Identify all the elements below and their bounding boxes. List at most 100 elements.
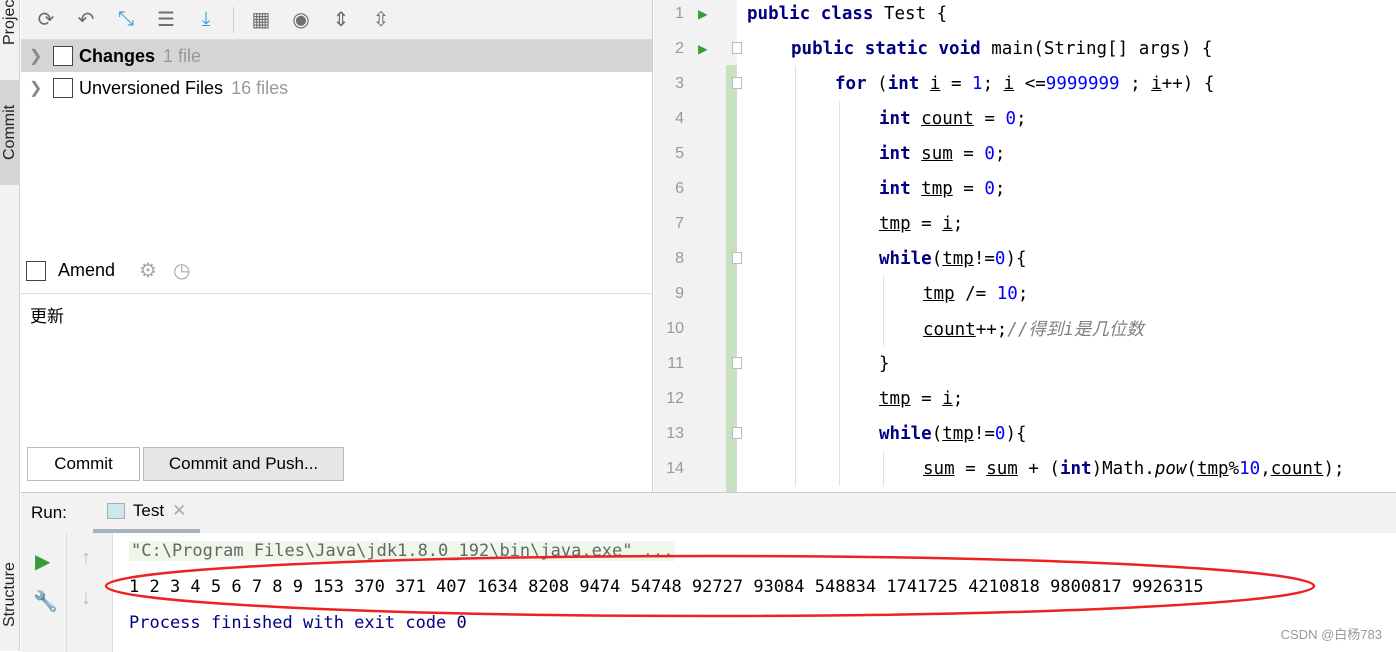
code-token: /= — [954, 283, 997, 304]
code-token: 0 — [984, 178, 995, 199]
code-token: 0 — [1005, 108, 1016, 129]
expand-all-icon[interactable]: ⇕ — [328, 7, 354, 33]
code-editor[interactable]: 1 ▶ public class Test {2 ▶ public static voi… — [654, 0, 1396, 492]
code-token: main(String[] args) { — [991, 38, 1213, 59]
code-token: ; — [994, 143, 1006, 164]
chevron-right-icon[interactable]: ❯ — [29, 46, 53, 66]
commit-tab[interactable]: Commit — [0, 80, 20, 185]
code-line[interactable]: 12 tmp = i; — [654, 381, 1396, 416]
collapse-all-icon[interactable]: ⇳ — [368, 7, 394, 33]
amend-label: Amend — [58, 260, 116, 280]
code-token: ; — [1119, 73, 1152, 94]
code-token: )Math. — [1091, 458, 1155, 479]
merge-icon[interactable]: ⤡ — [113, 7, 139, 33]
fold-icon[interactable] — [732, 77, 742, 89]
wrench-icon[interactable]: 🔧 — [33, 589, 58, 614]
code-token: i — [942, 388, 953, 409]
tree-label: Unversioned Files — [79, 77, 224, 98]
code-text: while(tmp!=0){ — [879, 249, 1027, 269]
rerun-icon[interactable]: ▶ — [35, 549, 50, 574]
indent-guide — [839, 101, 840, 136]
code-line[interactable]: 5 int sum = 0; — [654, 136, 1396, 171]
code-token: count — [923, 320, 976, 340]
code-token: tmp — [879, 213, 911, 234]
fold-icon[interactable] — [732, 42, 742, 54]
code-line[interactable]: 3 for (int i = 1; i <=9999999 ; i++) { — [654, 66, 1396, 101]
fold-icon[interactable] — [732, 252, 742, 264]
code-text: tmp = i; — [879, 214, 963, 234]
commit-and-push-button[interactable]: Commit and Push... — [143, 447, 344, 481]
code-token: = — [910, 213, 943, 234]
checkbox[interactable] — [53, 78, 73, 98]
tree-row-changes[interactable]: ❯ Changes 1 file — [21, 40, 652, 72]
code-token: ; — [994, 178, 1006, 199]
refresh-icon[interactable]: ⟳ — [33, 7, 59, 33]
commit-toolbar: ⟳ ↶ ⤡ ☰ ⤓ ▦ ◉ ⇕ ⇳ — [21, 0, 652, 40]
up-arrow-icon[interactable]: ↑ — [81, 547, 91, 570]
line-number: 12 — [666, 389, 684, 407]
tab-test[interactable]: Test ✕ — [92, 493, 201, 533]
history-icon[interactable]: ◷ — [173, 258, 190, 283]
chevron-right-icon[interactable]: ❯ — [29, 78, 53, 98]
line-number: 14 — [666, 459, 684, 477]
run-gutter-icon[interactable]: ▶ — [698, 39, 708, 58]
code-line[interactable]: 2 ▶ public static void main(String[] args)… — [654, 31, 1396, 66]
code-token: ; — [1016, 108, 1027, 129]
code-line[interactable]: 14 sum = sum + (int)Math.pow(tmp%10,count… — [654, 451, 1396, 486]
indent-guide — [795, 136, 796, 171]
run-gutter-icon[interactable]: ▶ — [698, 4, 708, 23]
code-line[interactable]: 7 tmp = i; — [654, 206, 1396, 241]
structure-tab[interactable]: Structure — [0, 545, 20, 645]
checkbox[interactable] — [53, 46, 73, 66]
code-token: public static void — [791, 38, 992, 59]
rollback-icon[interactable]: ↶ — [73, 7, 99, 33]
code-token: int — [879, 178, 922, 199]
code-token: ; — [1017, 283, 1029, 304]
fold-icon[interactable] — [732, 427, 742, 439]
code-token: sum — [921, 143, 953, 164]
line-number: 6 — [675, 179, 684, 197]
gear-icon[interactable]: ⚙ — [139, 258, 157, 283]
code-token: + ( — [1017, 458, 1060, 479]
code-line[interactable]: 10 count++;//得到i是几位数 — [654, 311, 1396, 346]
code-token: } — [879, 353, 890, 374]
code-token: ( — [931, 423, 943, 444]
code-token: tmp — [923, 283, 955, 304]
commit-button[interactable]: Commit — [27, 447, 140, 481]
tree-row-unversioned[interactable]: ❯ Unversioned Files 16 files — [21, 72, 652, 104]
indent-guide — [795, 276, 796, 311]
down-arrow-icon[interactable]: ↓ — [81, 587, 91, 610]
indent-guide — [839, 311, 840, 346]
update-icon[interactable]: ⤓ — [193, 7, 219, 33]
code-line[interactable]: 13 while(tmp!=0){ — [654, 416, 1396, 451]
code-line[interactable]: 9 tmp /= 10; — [654, 276, 1396, 311]
code-line[interactable]: 1 ▶ public class Test { — [654, 0, 1396, 31]
code-token: i — [942, 213, 953, 234]
line-number: 9 — [675, 284, 684, 302]
code-token: ; — [952, 213, 964, 234]
code-text: tmp /= 10; — [923, 284, 1028, 304]
code-token: sum — [986, 458, 1018, 479]
code-token: = — [954, 458, 987, 479]
line-number: 3 — [675, 74, 684, 92]
code-line[interactable]: 11} — [654, 346, 1396, 381]
line-number: 10 — [666, 319, 684, 337]
project-tab[interactable]: Project — [0, 0, 20, 45]
code-line[interactable]: 8 while(tmp!=0){ — [654, 241, 1396, 276]
code-line[interactable]: 4 int count = 0; — [654, 101, 1396, 136]
close-icon[interactable]: ✕ — [172, 501, 186, 521]
indent-guide — [839, 136, 840, 171]
fold-icon[interactable] — [732, 357, 742, 369]
indent-guide — [839, 171, 840, 206]
amend-checkbox[interactable] — [26, 260, 46, 281]
code-text: sum = sum + (int)Math.pow(tmp%10,count); — [923, 459, 1345, 479]
view-options-icon[interactable]: ◉ — [288, 7, 314, 33]
indent-guide — [839, 276, 840, 311]
show-diff-icon[interactable]: ☰ — [153, 7, 179, 33]
commit-message-input[interactable]: 更新 — [21, 293, 653, 433]
console-icon — [106, 503, 125, 519]
code-token: ){ — [1005, 248, 1027, 269]
code-line[interactable]: 6 int tmp = 0; — [654, 171, 1396, 206]
group-by-icon[interactable]: ▦ — [248, 7, 274, 33]
line-number: 4 — [675, 109, 684, 127]
